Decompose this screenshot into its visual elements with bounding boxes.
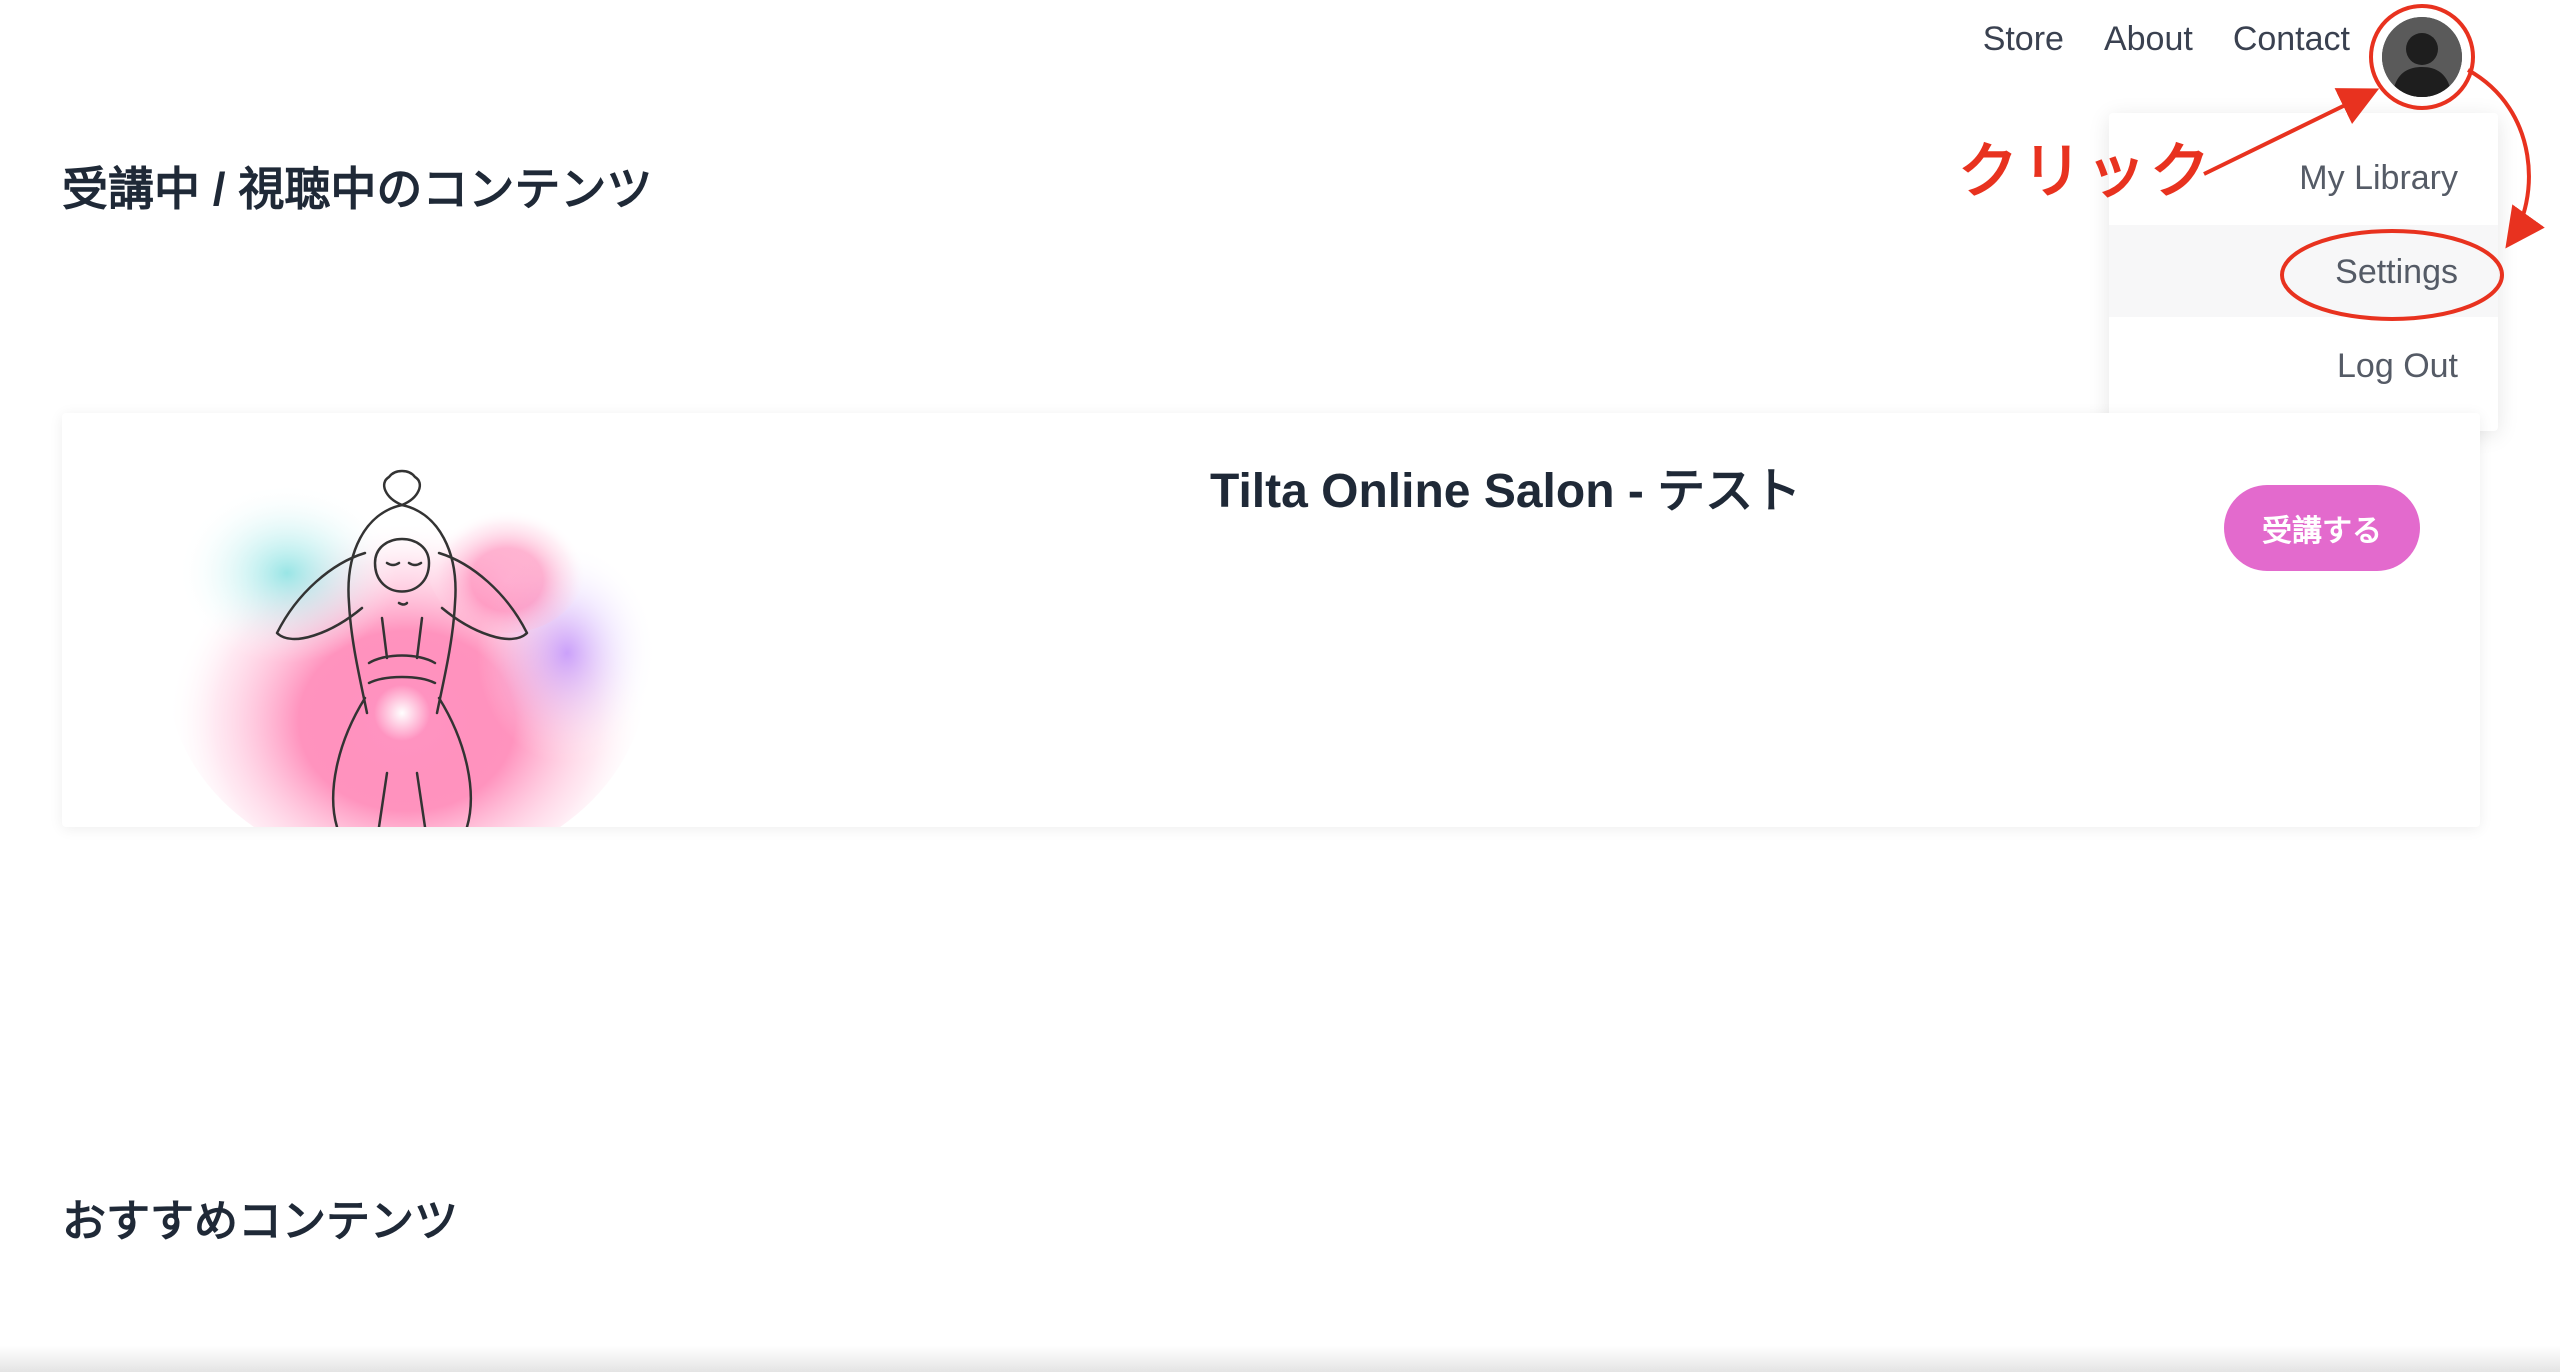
nav-link-store[interactable]: Store: [1983, 22, 2064, 56]
click-annotation-label: クリック: [1958, 138, 2214, 205]
enroll-button[interactable]: 受講する: [2224, 485, 2420, 571]
menu-item-my-library[interactable]: My Library: [2299, 161, 2458, 195]
course-thumbnail-illustration: [167, 469, 657, 827]
menu-item-settings[interactable]: Settings: [2335, 255, 2458, 289]
bottom-edge-fade: [0, 1346, 2560, 1372]
menu-item-log-out[interactable]: Log Out: [2337, 349, 2458, 383]
course-title[interactable]: Tilta Online Salon - テスト: [1210, 468, 1801, 516]
enrolled-content-heading: 受講中 / 視聴中のコンテンツ: [62, 163, 653, 215]
recommended-content-heading: おすすめコンテンツ: [62, 1197, 458, 1246]
user-avatar-button[interactable]: [2382, 17, 2462, 97]
course-card[interactable]: Tilta Online Salon - テスト 受講する: [62, 413, 2480, 827]
nav-link-contact[interactable]: Contact: [2233, 22, 2350, 56]
top-nav: Store About Contact: [1983, 22, 2350, 56]
user-silhouette-icon: [2382, 17, 2462, 97]
nav-link-about[interactable]: About: [2104, 22, 2193, 56]
